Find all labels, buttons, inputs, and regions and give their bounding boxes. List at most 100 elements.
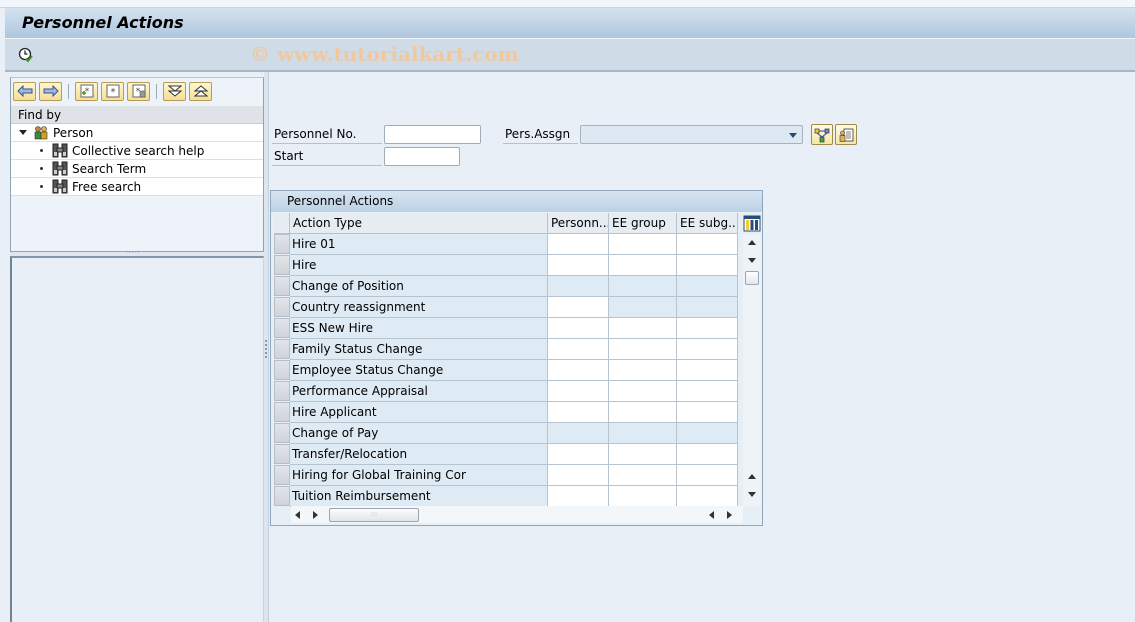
row-selector[interactable] — [274, 465, 290, 485]
back-button[interactable] — [13, 81, 36, 101]
personnel-area-cell[interactable] — [548, 255, 609, 276]
navigator-toolbar: * * * — [13, 80, 212, 102]
personnel-area-cell[interactable] — [548, 402, 609, 423]
scroll-thumb[interactable]: ::: — [329, 508, 419, 522]
column-header-ee-subgroup[interactable]: EE subg... — [677, 213, 738, 234]
row-selector[interactable] — [274, 234, 290, 254]
page-down-icon[interactable] — [748, 492, 756, 497]
vertical-splitter[interactable] — [264, 72, 269, 622]
personnel-area-cell[interactable] — [548, 486, 609, 507]
personnel-area-cell[interactable] — [548, 360, 609, 381]
action-type-cell[interactable]: Hire — [290, 255, 548, 276]
pers-assgn-dropdown[interactable] — [580, 125, 803, 144]
column-header-ee-group[interactable]: EE group — [609, 213, 677, 234]
action-type-cell[interactable]: Tuition Reimbursement — [290, 486, 548, 507]
title-bar: Personnel Actions — [5, 8, 1135, 39]
action-type-cell[interactable]: ESS New Hire — [290, 318, 548, 339]
row-selector[interactable] — [274, 318, 290, 338]
ee-group-cell[interactable] — [609, 318, 677, 339]
org-structure-button[interactable] — [811, 124, 833, 145]
action-type-cell[interactable]: Family Status Change — [290, 339, 548, 360]
start-date-input[interactable] — [384, 147, 460, 166]
action-type-cell[interactable]: Country reassignment — [290, 297, 548, 318]
action-type-cell[interactable]: Hiring for Global Training Cor — [290, 465, 548, 486]
ee-group-cell[interactable] — [609, 360, 677, 381]
row-selector[interactable] — [274, 339, 290, 359]
ee-group-cell[interactable] — [609, 402, 677, 423]
ee-group-cell[interactable] — [609, 234, 677, 255]
clock-execute-icon[interactable] — [18, 47, 34, 63]
page-up-icon[interactable] — [748, 474, 756, 479]
ee-subgroup-cell[interactable] — [677, 234, 738, 255]
ee-subgroup-cell[interactable] — [677, 318, 738, 339]
row-selector[interactable] — [274, 444, 290, 464]
row-selector[interactable] — [274, 381, 290, 401]
row-selector[interactable] — [274, 360, 290, 380]
personnel-area-cell[interactable] — [548, 465, 609, 486]
find-by-header: Find by — [11, 106, 263, 124]
ee-subgroup-cell[interactable] — [677, 444, 738, 465]
ee-group-cell — [609, 276, 677, 297]
horizontal-scrollbar[interactable]: ::: — [291, 506, 743, 523]
column-header-personnel-area[interactable]: Personn... — [548, 213, 609, 234]
scroll-down-icon[interactable] — [748, 258, 756, 263]
personnel-no-input[interactable] — [384, 125, 481, 144]
tree-node-collective-search-help[interactable]: Collective search help — [11, 142, 263, 160]
action-type-cell[interactable]: Change of Position — [290, 276, 548, 297]
scroll-up-icon[interactable] — [748, 240, 756, 245]
scroll-right-icon[interactable] — [313, 511, 318, 519]
ee-group-cell[interactable] — [609, 465, 677, 486]
tree-node-search-term[interactable]: Search Term — [11, 160, 263, 178]
delete-search-button[interactable]: * — [127, 81, 150, 101]
person-overview-button[interactable] — [835, 124, 857, 145]
ee-group-cell[interactable] — [609, 444, 677, 465]
ee-subgroup-cell[interactable] — [677, 360, 738, 381]
expand-all-button[interactable] — [163, 81, 186, 101]
ee-subgroup-cell[interactable] — [677, 255, 738, 276]
forward-button[interactable] — [39, 81, 62, 101]
expand-caret-icon[interactable] — [19, 130, 27, 135]
action-type-cell[interactable]: Transfer/Relocation — [290, 444, 548, 465]
action-type-cell[interactable]: Hire 01 — [290, 234, 548, 255]
action-type-cell[interactable]: Employee Status Change — [290, 360, 548, 381]
personnel-area-cell[interactable] — [548, 339, 609, 360]
row-selector[interactable] — [274, 276, 290, 296]
ee-subgroup-cell[interactable] — [677, 381, 738, 402]
ee-group-cell[interactable] — [609, 339, 677, 360]
personnel-area-cell[interactable] — [548, 234, 609, 255]
action-type-cell[interactable]: Change of Pay — [290, 423, 548, 444]
row-selector[interactable] — [274, 423, 290, 443]
personnel-area-cell[interactable] — [548, 318, 609, 339]
ee-subgroup-cell[interactable] — [677, 402, 738, 423]
collapse-all-button[interactable] — [189, 81, 212, 101]
personnel-area-cell[interactable] — [548, 381, 609, 402]
ee-group-cell[interactable] — [609, 255, 677, 276]
ee-group-cell[interactable] — [609, 486, 677, 507]
tree-node-free-search[interactable]: Free search — [11, 178, 263, 196]
scroll-thumb[interactable] — [745, 271, 759, 285]
ee-subgroup-cell[interactable] — [677, 465, 738, 486]
action-type-cell[interactable]: Hire Applicant — [290, 402, 548, 423]
ee-subgroup-cell[interactable] — [677, 486, 738, 507]
row-selector[interactable] — [274, 486, 290, 506]
select-all-cell[interactable] — [274, 213, 290, 234]
row-selector[interactable] — [274, 255, 290, 275]
search-variant-button[interactable]: * — [101, 81, 124, 101]
scroll-left-icon[interactable] — [295, 511, 300, 519]
personnel-area-cell[interactable] — [548, 297, 609, 318]
vertical-scrollbar[interactable] — [743, 234, 761, 506]
bullet-icon — [40, 149, 43, 152]
new-search-button[interactable]: * — [75, 81, 98, 101]
page-left-icon[interactable] — [709, 511, 714, 519]
column-header-action-type[interactable]: Action Type — [290, 213, 548, 234]
row-selector[interactable] — [274, 402, 290, 422]
page-right-icon[interactable] — [727, 511, 732, 519]
action-type-cell[interactable]: Performance Appraisal — [290, 381, 548, 402]
page-title: Personnel Actions — [22, 13, 184, 32]
personnel-area-cell[interactable] — [548, 444, 609, 465]
ee-subgroup-cell[interactable] — [677, 339, 738, 360]
column-layout-icon[interactable] — [743, 215, 761, 232]
row-selector[interactable] — [274, 297, 290, 317]
tree-node-person[interactable]: Person — [11, 124, 263, 142]
ee-group-cell[interactable] — [609, 381, 677, 402]
